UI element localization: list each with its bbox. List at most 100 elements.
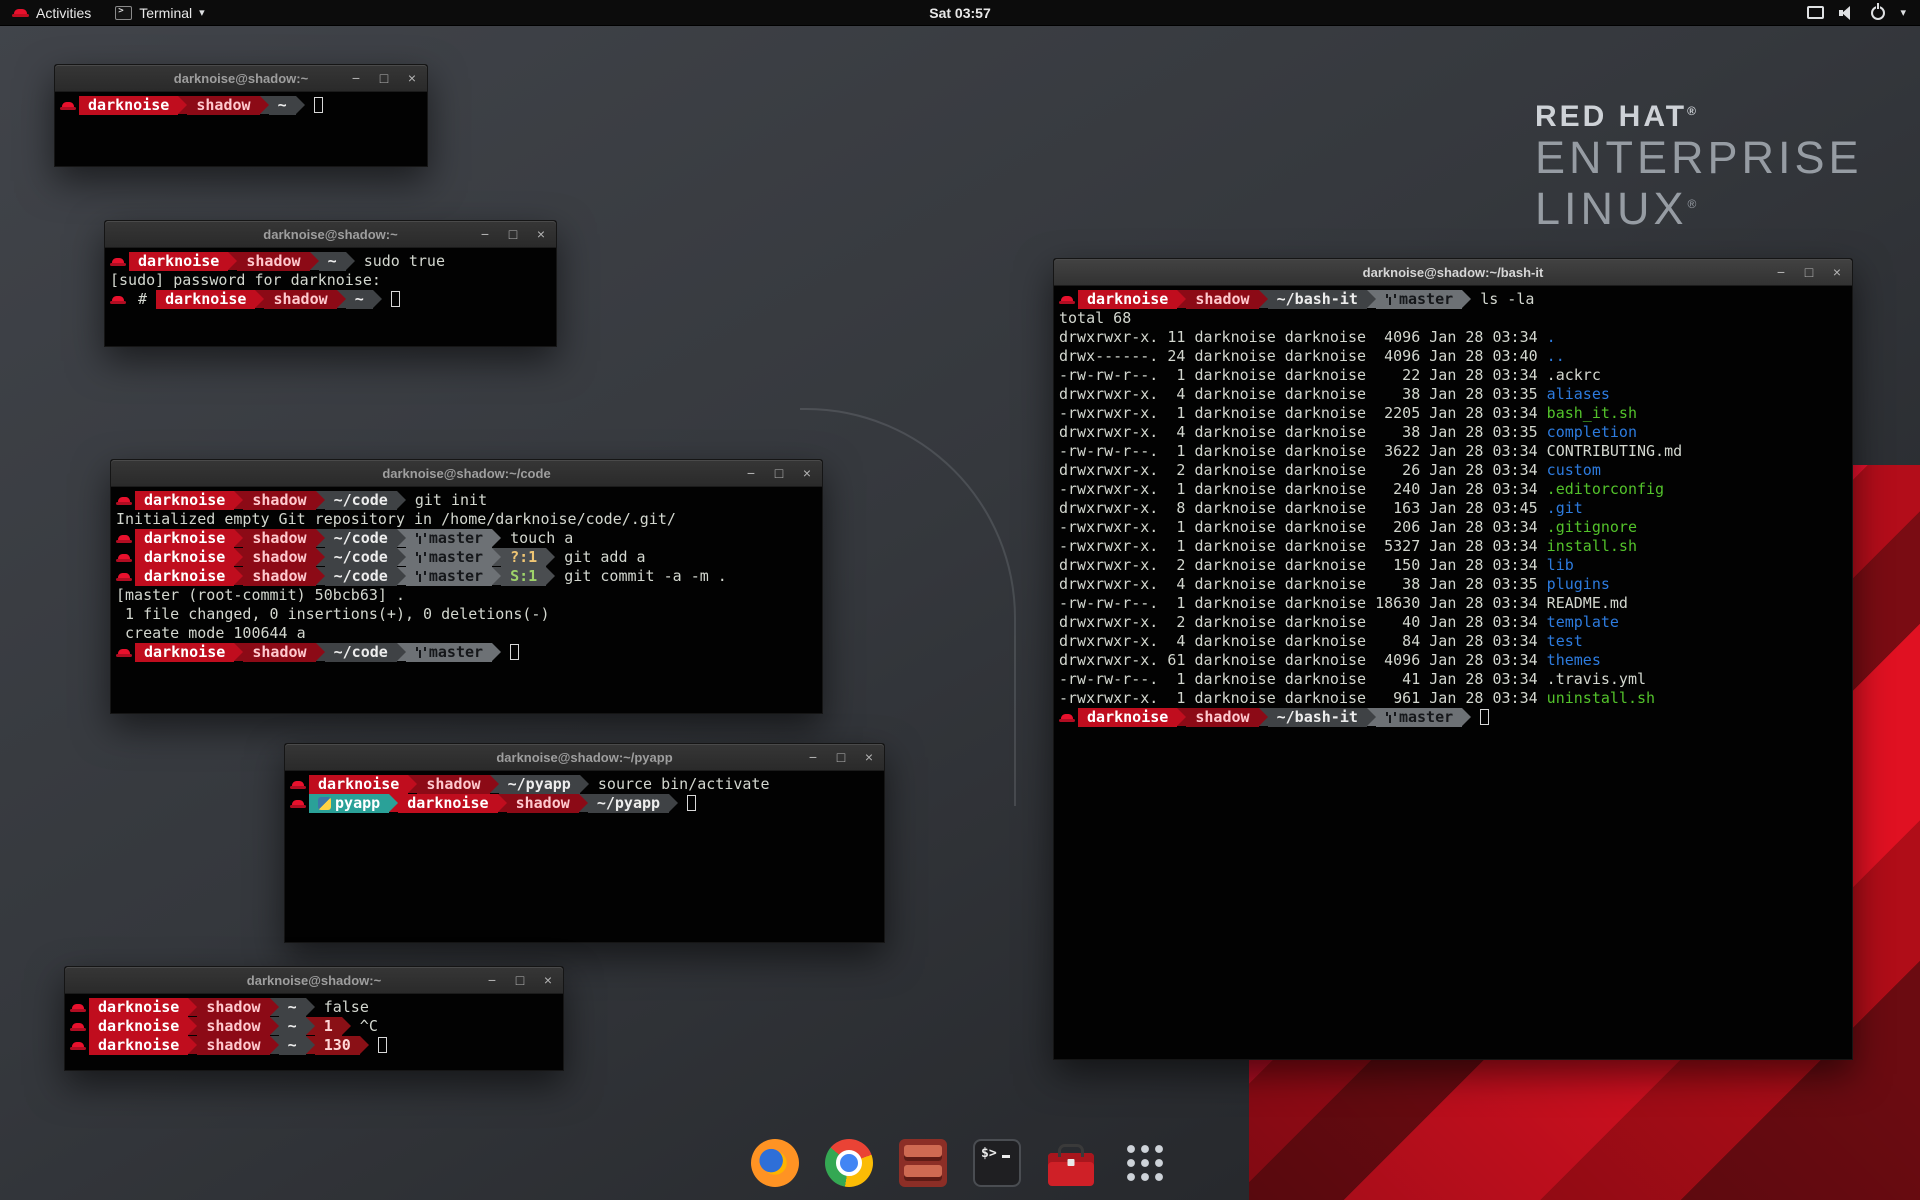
terminal-text: [sudo] password for darknoise: xyxy=(110,271,390,289)
terminal-launcher[interactable]: $> xyxy=(968,1134,1026,1192)
terminal-cursor xyxy=(378,1037,387,1053)
prompt-segment-path: ~/code xyxy=(325,529,397,548)
close-button[interactable]: × xyxy=(860,749,878,765)
powerline-separator xyxy=(234,548,243,566)
terminal-line: darknoise shadow ~/code master touch a xyxy=(116,529,817,548)
minimize-button[interactable]: − xyxy=(347,70,365,86)
redhat-icon xyxy=(110,252,127,271)
firefox-launcher[interactable] xyxy=(746,1134,804,1192)
terminal-line: drwxrwxr-x. 61 darknoise darknoise 4096 … xyxy=(1059,651,1847,670)
terminal-line: drwxrwxr-x. 8 darknoise darknoise 163 Ja… xyxy=(1059,499,1847,518)
terminal-line: -rwxrwxr-x. 1 darknoise darknoise 240 Ja… xyxy=(1059,480,1847,499)
window-titlebar[interactable]: darknoise@shadow:~ − □ × xyxy=(55,65,427,92)
terminal-text: aliases xyxy=(1547,385,1610,403)
terminal-text: completion xyxy=(1547,423,1637,441)
terminal-body[interactable]: darknoise shadow ~ false darknoise shado… xyxy=(65,994,563,1070)
powerline-separator xyxy=(228,252,237,270)
files-launcher[interactable] xyxy=(894,1134,952,1192)
prompt-segment-exit: 1 xyxy=(315,1017,342,1036)
maximize-button[interactable]: □ xyxy=(511,972,529,988)
terminal-line: [master (root-commit) 50bcb63] . xyxy=(116,586,817,605)
terminal-text: -rwxrwxr-x. 1 darknoise darknoise 206 Ja… xyxy=(1059,518,1547,536)
prompt-segment-path: ~ xyxy=(279,1017,306,1036)
terminal-text xyxy=(369,1036,378,1054)
prompt-segment-host: shadow xyxy=(1186,708,1258,727)
terminal-text: -rw-rw-r--. 1 darknoise darknoise 41 Jan… xyxy=(1059,670,1547,688)
minimize-button[interactable]: − xyxy=(1772,264,1790,280)
terminal-text: plugins xyxy=(1547,575,1610,593)
terminal-line: darknoise shadow ~/code master S:1 git c… xyxy=(116,567,817,586)
powerline-separator xyxy=(316,643,325,661)
maximize-button[interactable]: □ xyxy=(375,70,393,86)
terminal-body[interactable]: darknoise shadow ~/code git initInitiali… xyxy=(111,487,822,713)
terminal-window-home-2: darknoise@shadow:~ − □ × darknoise shado… xyxy=(64,966,564,1071)
terminal-line: -rw-rw-r--. 1 darknoise darknoise 22 Jan… xyxy=(1059,366,1847,385)
maximize-button[interactable]: □ xyxy=(504,226,522,242)
powerline-separator xyxy=(346,252,355,270)
close-button[interactable]: × xyxy=(532,226,550,242)
terminal-body[interactable]: darknoise shadow ~/bash-it master ls -la… xyxy=(1054,286,1852,1059)
toolbox-launcher[interactable] xyxy=(1042,1134,1100,1192)
clock[interactable]: Sat 03:57 xyxy=(0,5,1920,21)
minimize-button[interactable]: − xyxy=(483,972,501,988)
app-grid-icon xyxy=(1124,1142,1166,1184)
minimize-button[interactable]: − xyxy=(742,465,760,481)
window-titlebar[interactable]: darknoise@shadow:~ − □ × xyxy=(65,967,563,994)
terminal-cursor xyxy=(314,97,323,113)
minimize-button[interactable]: − xyxy=(476,226,494,242)
terminal-line: -rwxrwxr-x. 1 darknoise darknoise 5327 J… xyxy=(1059,537,1847,556)
window-titlebar[interactable]: darknoise@shadow:~ − □ × xyxy=(105,221,556,248)
app-grid-launcher[interactable] xyxy=(1116,1134,1174,1192)
terminal-glyph: $> xyxy=(981,1146,997,1161)
close-button[interactable]: × xyxy=(539,972,557,988)
close-button[interactable]: × xyxy=(403,70,421,86)
terminal-text: drwxrwxr-x. 2 darknoise darknoise 150 Ja… xyxy=(1059,556,1547,574)
prompt-segment-user: darknoise xyxy=(135,529,234,548)
powerline-separator xyxy=(234,491,243,509)
terminal-body[interactable]: darknoise shadow ~ xyxy=(55,92,427,166)
terminal-text: themes xyxy=(1547,651,1601,669)
minimize-button[interactable]: − xyxy=(804,749,822,765)
close-button[interactable]: × xyxy=(1828,264,1846,280)
activities-button[interactable]: Activities xyxy=(0,0,103,25)
terminal-text: ls -la xyxy=(1471,290,1534,308)
terminal-line: -rw-rw-r--. 1 darknoise darknoise 3622 J… xyxy=(1059,442,1847,461)
window-titlebar[interactable]: darknoise@shadow:~/pyapp − □ × xyxy=(285,744,884,771)
prompt-segment-user: darknoise xyxy=(89,1036,188,1055)
maximize-button[interactable]: □ xyxy=(1800,264,1818,280)
powerline-separator xyxy=(342,1017,351,1035)
prompt-segment-path: ~/code xyxy=(325,548,397,567)
terminal-text: [master (root-commit) 50bcb63] . xyxy=(116,586,405,604)
terminal-body[interactable]: darknoise shadow ~/pyapp source bin/acti… xyxy=(285,771,884,942)
chrome-launcher[interactable] xyxy=(820,1134,878,1192)
terminal-line: -rwxrwxr-x. 1 darknoise darknoise 206 Ja… xyxy=(1059,518,1847,537)
powerline-separator xyxy=(1259,290,1268,308)
terminal-text: total 68 xyxy=(1059,309,1131,327)
prompt-segment-git: master xyxy=(406,643,492,662)
terminal-text: -rwxrwxr-x. 1 darknoise darknoise 2205 J… xyxy=(1059,404,1547,422)
prompt-segment-git: master xyxy=(406,548,492,567)
terminal-text: sudo true xyxy=(355,252,445,270)
terminal-text: drwxrwxr-x. 61 darknoise darknoise 4096 … xyxy=(1059,651,1547,669)
python-icon xyxy=(318,797,331,810)
redhat-icon xyxy=(70,998,87,1017)
prompt-segment-host: shadow xyxy=(237,252,309,271)
terminal-line: drwxrwxr-x. 4 darknoise darknoise 84 Jan… xyxy=(1059,632,1847,651)
maximize-button[interactable]: □ xyxy=(832,749,850,765)
powerline-separator xyxy=(316,567,325,585)
window-titlebar[interactable]: darknoise@shadow:~/bash-it − □ × xyxy=(1054,259,1852,286)
redhat-icon xyxy=(116,548,133,567)
terminal-text: .. xyxy=(1547,347,1565,365)
window-titlebar[interactable]: darknoise@shadow:~/code − □ × xyxy=(111,460,822,487)
terminal-text: drwxrwxr-x. 4 darknoise darknoise 38 Jan… xyxy=(1059,423,1547,441)
powerline-separator xyxy=(306,1017,315,1035)
terminal-body[interactable]: darknoise shadow ~ sudo true[sudo] passw… xyxy=(105,248,556,346)
system-status-area[interactable]: ▾ xyxy=(1793,0,1920,25)
prompt-segment-user: darknoise xyxy=(1078,290,1177,309)
terminal-text: -rwxrwxr-x. 1 darknoise darknoise 961 Ja… xyxy=(1059,689,1547,707)
app-menu-terminal[interactable]: Terminal ▾ xyxy=(103,0,216,25)
powerline-separator xyxy=(270,1036,279,1054)
close-button[interactable]: × xyxy=(798,465,816,481)
maximize-button[interactable]: □ xyxy=(770,465,788,481)
terminal-icon: $> xyxy=(973,1139,1021,1187)
